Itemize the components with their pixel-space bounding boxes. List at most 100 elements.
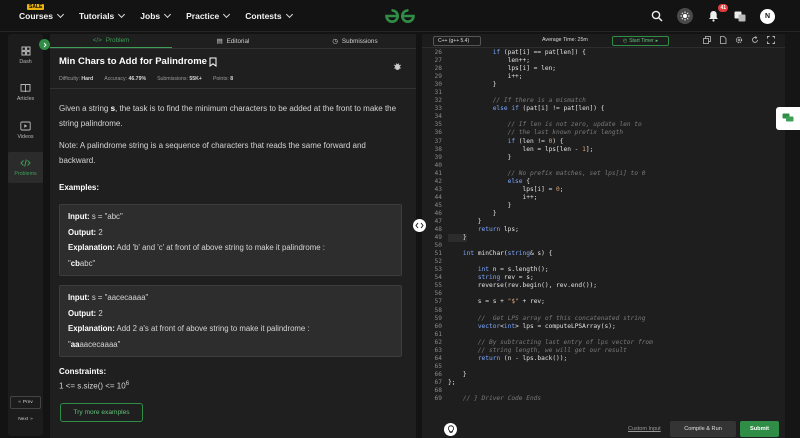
code-line[interactable]: 44 i++; [422,194,785,202]
code-line[interactable]: 45 } [422,202,785,210]
next-label: Next [18,417,29,422]
code-line[interactable]: 36 // the last known prefix length [422,129,785,137]
code-line[interactable]: 57 s = s + "$" + rev; [422,298,785,306]
code-line[interactable]: 54 string rev = s; [422,274,785,282]
code-text: // By subtracting last entry of lps vect… [448,338,653,346]
code-text: } [448,201,512,209]
code-line[interactable]: 29 i++; [422,73,785,81]
line-number: 66 [434,370,442,378]
code-line[interactable]: 27 len++; [422,57,785,65]
tab-editorial[interactable]: ▤ Editorial [172,34,294,48]
code-line[interactable]: 28 lps[i] = len; [422,65,785,73]
bookmark-icon[interactable] [209,57,217,67]
code-line[interactable]: 33 else if (pat[i] != pat[len]) { [422,105,785,113]
fullscreen-icon[interactable] [767,36,775,44]
code-line[interactable]: 59 // Get LPS array of this concatenated… [422,315,785,323]
code-line[interactable]: 69 // } Driver Code Ends [422,395,785,403]
bell-icon[interactable]: 41 [706,4,728,23]
code-line[interactable]: 30 } [422,81,785,89]
user-avatar[interactable]: N [760,8,775,24]
code-line[interactable]: 39 } [422,154,785,162]
try-more-examples-button[interactable]: Try more examples [60,403,143,422]
nav-tutorials[interactable]: Tutorials [79,0,126,32]
nav-courses[interactable]: SALE Courses [19,0,65,32]
submit-button[interactable]: Submit [740,421,779,437]
code-line[interactable]: 50 [422,242,785,250]
line-number: 42 [434,177,442,185]
nav-contests[interactable]: Contests [245,0,293,32]
code-line[interactable]: 40 [422,162,785,170]
line-number: 53 [434,266,442,274]
nav-practice[interactable]: Practice [186,0,231,32]
tab-problem[interactable]: </> Problem [50,34,172,48]
line-number: 50 [434,242,442,250]
reset-icon[interactable] [751,36,759,44]
chat-feedback-icon[interactable] [776,107,800,130]
code-line[interactable]: 56 [422,290,785,298]
search-icon[interactable] [650,9,664,23]
code-line[interactable]: 66 } [422,371,785,379]
code-line[interactable]: 26 if (pat[i] == pat[len]) { [422,49,785,57]
code-line[interactable]: 48 return lps; [422,226,785,234]
code-text: // No prefix matches, set lps[i] to 0 [448,169,646,177]
theme-toggle-sun-icon[interactable] [677,8,693,24]
code-line[interactable]: 60 vector<int> lps = computeLPSArray(s); [422,323,785,331]
explanation-label: Explanation: [68,324,115,333]
line-number: 28 [434,65,442,73]
code-line[interactable]: 52 [422,258,785,266]
problem-description: Given a string s, the task is to find th… [59,101,403,131]
divider [50,88,416,89]
code-line[interactable]: 42 else { [422,178,785,186]
code-line[interactable]: 65 [422,363,785,371]
code-line[interactable]: 55 reverse(rev.begin(), rev.end()); [422,282,785,290]
next-button[interactable]: Next» [10,413,41,426]
example-explanation-result: "aaaacecaaaa" [68,337,393,353]
chevron-down-icon [223,10,231,18]
code-editor[interactable]: 26 if (pat[i] == pat[len]) {27 len++; 28 … [422,49,785,421]
language-select[interactable]: C++ (g++ 5.4) [433,36,481,46]
code-line[interactable]: 64 return (n - lps.back()); [422,355,785,363]
code-line[interactable]: 51 int minChar(string& s) { [422,250,785,258]
example-box-2: Input: s = "aacecaaaa" Output: 2 Explana… [59,285,402,357]
lightbulb-hint-icon[interactable] [444,423,457,436]
line-number: 63 [434,346,442,354]
code-line[interactable]: 43 lps[i] = 0; [422,186,785,194]
code-line[interactable]: 53 int n = s.length(); [422,266,785,274]
code-line[interactable]: 58 [422,307,785,315]
code-line[interactable]: 37 if (len != 0) { [422,138,785,146]
copy-icon[interactable] [703,36,711,44]
line-number: 40 [434,161,442,169]
sidebar-item-videos[interactable]: Videos [8,121,43,140]
sidebar-item-problems[interactable]: Problems [8,152,43,183]
sidebar-item-articles[interactable]: Articles [8,83,43,102]
code-line[interactable]: 67}; [422,379,785,387]
code-line[interactable]: 41 // No prefix matches, set lps[i] to 0 [422,170,785,178]
sidebar-item-dash[interactable]: Dash [8,46,43,65]
settings-gear-icon[interactable] [735,36,743,44]
code-line[interactable]: 46 } [422,210,785,218]
play-icon: ▸ [655,38,659,44]
code-line[interactable]: 38 len = lps[len - 1]; [422,146,785,154]
code-line[interactable]: 47 } [422,218,785,226]
code-line[interactable]: 62 // By subtracting last entry of lps v… [422,339,785,347]
average-time: Average Time: 25m [542,37,588,43]
code-line[interactable]: 63 // string length, we will get our res… [422,347,785,355]
compile-run-button[interactable]: Compile & Run [670,421,736,437]
expand-sidebar-button[interactable] [39,39,50,50]
nav-jobs[interactable]: Jobs [140,0,172,32]
right-scrollbar[interactable] [785,34,800,438]
prev-button[interactable]: «Prev [10,396,41,409]
gfg-logo[interactable] [382,7,418,30]
code-line[interactable]: 61 [422,331,785,339]
tab-submissions[interactable]: ◷ Submissions [294,34,416,48]
code-line[interactable]: 32 // If there is a mismatch [422,97,785,105]
custom-input-link[interactable]: Custom Input [628,426,661,432]
report-bug-icon[interactable] [393,58,402,76]
code-line[interactable]: 49 } [422,234,785,243]
start-timer-button[interactable]: ◴ Start Timer ▸ [612,36,669,46]
translate-icon[interactable] [733,9,747,23]
resize-handle-icon[interactable] [413,219,426,232]
file-icon[interactable] [719,36,727,44]
code-line[interactable]: 68 [422,387,785,395]
nav-jobs-label: Jobs [140,10,161,21]
